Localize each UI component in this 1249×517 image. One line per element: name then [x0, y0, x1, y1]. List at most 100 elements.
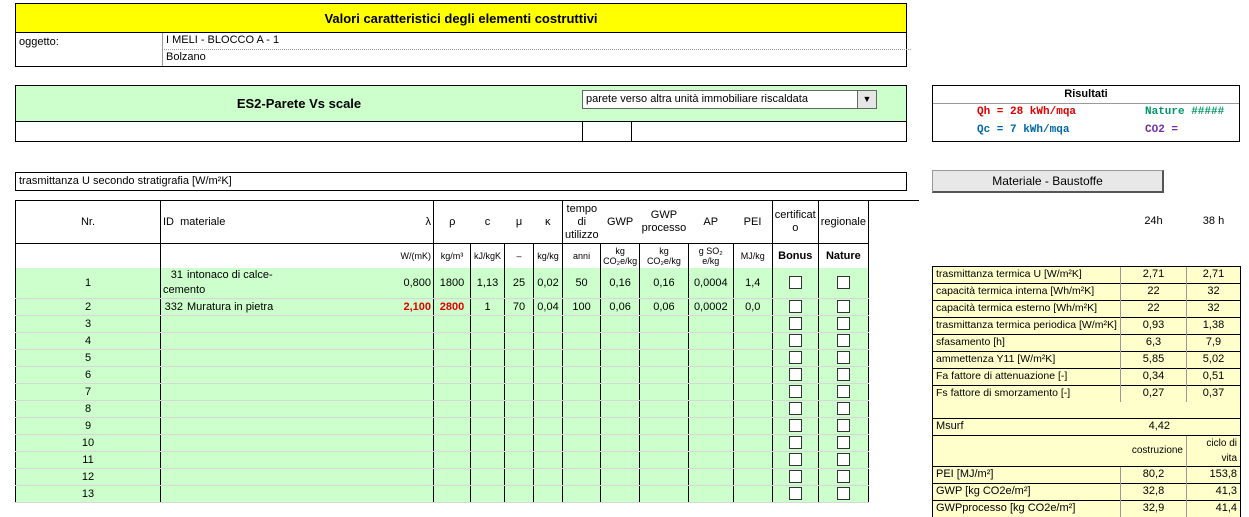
nature-checkbox[interactable]	[836, 419, 850, 433]
layer-tempo[interactable]	[562, 366, 602, 384]
nature-checkbox[interactable]	[836, 470, 850, 484]
layer-material[interactable]	[160, 332, 304, 350]
layer-c[interactable]	[470, 315, 505, 333]
layer-nr[interactable]: 4	[15, 332, 161, 350]
bonus-checkbox[interactable]	[788, 470, 802, 484]
layer-lambda[interactable]	[303, 332, 434, 350]
layer-kappa[interactable]	[533, 332, 563, 350]
layer-c[interactable]	[470, 366, 505, 384]
layer-mu[interactable]	[504, 468, 534, 486]
nature-checkbox[interactable]	[836, 334, 850, 348]
nature-checkbox[interactable]	[836, 436, 850, 450]
layer-mu[interactable]	[504, 417, 534, 435]
layer-lambda[interactable]	[303, 485, 434, 503]
layer-gwp-processo[interactable]: 0,06	[639, 298, 689, 316]
layer-c[interactable]	[470, 485, 505, 503]
layer-material[interactable]	[160, 315, 304, 333]
layer-nr[interactable]: 12	[15, 468, 161, 486]
layer-mu[interactable]	[504, 485, 534, 503]
layer-kappa[interactable]	[533, 451, 563, 469]
layer-material[interactable]	[160, 468, 304, 486]
layer-pei[interactable]: 1,4	[733, 268, 773, 299]
layer-pei[interactable]	[733, 485, 773, 503]
layer-rho[interactable]	[433, 349, 471, 367]
layer-mu[interactable]	[504, 383, 534, 401]
layer-kappa[interactable]	[533, 400, 563, 418]
layer-nr[interactable]: 3	[15, 315, 161, 333]
layer-nr[interactable]: 5	[15, 349, 161, 367]
layer-pei[interactable]	[733, 417, 773, 435]
layer-lambda[interactable]	[303, 349, 434, 367]
layer-ap[interactable]	[688, 315, 734, 333]
layer-lambda[interactable]	[303, 434, 434, 452]
layer-gwp[interactable]	[600, 451, 641, 469]
layer-nr[interactable]: 13	[15, 485, 161, 503]
layer-mu[interactable]	[504, 400, 534, 418]
layer-pei[interactable]	[733, 315, 773, 333]
layer-ap[interactable]	[688, 468, 734, 486]
layer-gwp-processo[interactable]	[639, 468, 689, 486]
layer-material[interactable]	[160, 383, 304, 401]
layer-gwp-processo[interactable]	[639, 315, 689, 333]
layer-lambda[interactable]	[303, 383, 434, 401]
layer-rho[interactable]	[433, 451, 471, 469]
layer-pei[interactable]	[733, 468, 773, 486]
bonus-checkbox[interactable]	[788, 436, 802, 450]
layer-ap[interactable]	[688, 451, 734, 469]
layer-pei[interactable]	[733, 383, 773, 401]
layer-mu[interactable]	[504, 315, 534, 333]
layer-kappa[interactable]	[533, 434, 563, 452]
nature-checkbox[interactable]	[836, 351, 850, 365]
nature-checkbox[interactable]	[836, 487, 850, 501]
layer-gwp[interactable]	[600, 349, 641, 367]
layer-lambda[interactable]	[303, 315, 434, 333]
layer-pei[interactable]	[733, 332, 773, 350]
layer-ap[interactable]	[688, 485, 734, 503]
layer-rho[interactable]	[433, 315, 471, 333]
nature-checkbox[interactable]	[836, 368, 850, 382]
layer-gwp-processo[interactable]	[639, 451, 689, 469]
bonus-checkbox[interactable]	[788, 300, 802, 314]
layer-kappa[interactable]	[533, 315, 563, 333]
layer-c[interactable]	[470, 468, 505, 486]
layer-kappa[interactable]	[533, 485, 563, 503]
layer-ap[interactable]	[688, 400, 734, 418]
layer-kappa[interactable]: 0,02	[533, 268, 563, 299]
layer-gwp-processo[interactable]	[639, 417, 689, 435]
nature-checkbox[interactable]	[836, 402, 850, 416]
layer-lambda[interactable]	[303, 400, 434, 418]
layer-rho[interactable]	[433, 417, 471, 435]
layer-ap[interactable]	[688, 383, 734, 401]
layer-c[interactable]	[470, 417, 505, 435]
layer-nr[interactable]: 7	[15, 383, 161, 401]
layer-gwp-processo[interactable]	[639, 332, 689, 350]
bonus-checkbox[interactable]	[788, 453, 802, 467]
layer-c[interactable]	[470, 349, 505, 367]
layer-ap[interactable]: 0,0004	[688, 268, 734, 299]
layer-gwp-processo[interactable]	[639, 400, 689, 418]
layer-kappa[interactable]	[533, 468, 563, 486]
layer-pei[interactable]	[733, 434, 773, 452]
layer-gwp-processo[interactable]	[639, 383, 689, 401]
layer-gwp[interactable]	[600, 468, 641, 486]
layer-material[interactable]	[160, 349, 304, 367]
bonus-checkbox[interactable]	[788, 402, 802, 416]
city-cell[interactable]: Bolzano	[162, 49, 911, 66]
layer-lambda[interactable]	[303, 417, 434, 435]
layer-gwp[interactable]	[600, 485, 641, 503]
layer-tempo[interactable]	[562, 417, 602, 435]
layer-mu[interactable]: 25	[504, 268, 534, 299]
layer-material[interactable]	[160, 417, 304, 435]
bonus-checkbox[interactable]	[788, 317, 802, 331]
layer-rho[interactable]: 1800	[433, 268, 471, 299]
project-name-cell[interactable]: I MELI - BLOCCO A - 1	[162, 33, 911, 50]
layer-gwp[interactable]	[600, 434, 641, 452]
bonus-checkbox[interactable]	[788, 276, 802, 290]
layer-rho[interactable]	[433, 468, 471, 486]
layer-kappa[interactable]	[533, 349, 563, 367]
layer-kappa[interactable]	[533, 417, 563, 435]
nature-checkbox[interactable]	[836, 276, 850, 290]
layer-kappa[interactable]: 0,04	[533, 298, 563, 316]
layer-nr[interactable]: 8	[15, 400, 161, 418]
layer-lambda[interactable]: 2,100	[303, 298, 434, 316]
